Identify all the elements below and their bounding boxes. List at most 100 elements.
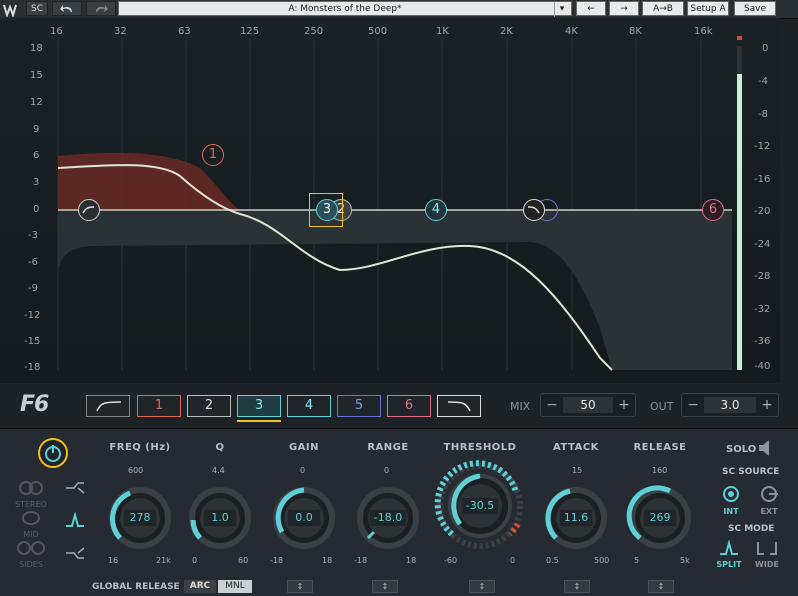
sides-mode-button[interactable]: SIDES (14, 540, 48, 569)
band-node-1[interactable]: 1 (202, 144, 224, 166)
preset-name-field[interactable]: A: Monsters of the Deep* ▾ (118, 1, 572, 17)
waves-logo-icon (3, 2, 21, 19)
attack-knob[interactable]: 11.6 (540, 482, 612, 554)
highcut-shape-icon (527, 206, 540, 214)
band-node-highcut[interactable] (523, 199, 545, 221)
db-label: 12 (30, 97, 43, 108)
dynamic-mode-off-icon[interactable] (64, 480, 86, 494)
sidechain-button[interactable]: SC (26, 1, 48, 16)
lowcut-shape-icon (82, 206, 95, 214)
arrow-left-icon: ← (587, 4, 595, 14)
threshold-knob-value[interactable]: -30.5 (462, 498, 498, 514)
freq-label-8k: 8K (629, 26, 642, 37)
sc-mode-split-button[interactable]: SPLIT (714, 539, 744, 570)
freq-label-16: 16 (50, 26, 63, 37)
sc-mode-wide-button[interactable]: WIDE (752, 540, 782, 570)
range-knob[interactable]: -18.0 (352, 482, 424, 554)
band-button-5[interactable]: 5 (337, 395, 381, 417)
attack-link-arrows-button[interactable]: ↕ (564, 580, 590, 593)
q-min-value: 0 (192, 556, 198, 565)
out-decrement-button[interactable]: − (684, 396, 702, 414)
band-button-highcut[interactable] (437, 395, 481, 417)
db-label: 18 (30, 43, 43, 54)
band-button-lowcut[interactable] (86, 395, 130, 417)
threshold-link-arrows-button[interactable]: ↕ (469, 580, 495, 593)
stereo-mode-button[interactable]: STEREO (14, 480, 48, 509)
band-button-4[interactable]: 4 (287, 395, 331, 417)
preset-prev-button[interactable]: ← (576, 1, 606, 16)
freq-label-250: 250 (304, 26, 324, 37)
out-value[interactable]: 3.0 (704, 397, 756, 413)
mix-field[interactable]: − 50 + (540, 393, 636, 417)
freq-label-32: 32 (114, 26, 127, 37)
a-to-b-button[interactable]: A→B (642, 1, 684, 16)
range-knob-value[interactable]: -18.0 (370, 510, 406, 526)
gain-knob[interactable]: 0.0 (268, 482, 340, 554)
release-knob[interactable]: 269 (624, 482, 696, 554)
global-release-mnl-button[interactable]: MNL (218, 580, 252, 593)
out-field[interactable]: − 3.0 + (681, 393, 779, 417)
dynamic-mode-bell-icon[interactable] (64, 511, 86, 528)
meter-label: 0 (762, 43, 769, 54)
global-release-label: GLOBAL RELEASE (92, 582, 180, 592)
attack-knob-value[interactable]: 11.6 (560, 510, 592, 526)
freq-label-16k: 16k (694, 26, 713, 37)
mid-mode-button[interactable]: MID (14, 510, 48, 539)
band-node-4[interactable]: 4 (425, 199, 447, 221)
eq-graph[interactable]: 16 32 63 125 250 500 1K 2K 4K 8K 16k 18 … (0, 18, 780, 383)
freq-min-value: 16 (108, 556, 119, 565)
mix-decrement-button[interactable]: − (543, 396, 561, 414)
threshold-knob-label: THRESHOLD (443, 442, 517, 453)
freq-knob-value[interactable]: 278 (124, 510, 156, 526)
dynamic-mode-shelf-icon[interactable] (64, 545, 86, 559)
db-label: -18 (24, 362, 41, 373)
setup-button[interactable]: Setup A (687, 1, 729, 16)
redo-button[interactable] (86, 1, 116, 16)
gain-max-value: 18 (322, 556, 333, 565)
freq-label-63: 63 (178, 26, 191, 37)
preset-dropdown-icon[interactable]: ▾ (554, 2, 569, 17)
freq-link-arrows-button[interactable]: ↕ (287, 580, 313, 593)
db-label: 6 (33, 150, 40, 161)
band-node-6[interactable]: 6 (702, 199, 724, 221)
freq-knob[interactable]: 278 (104, 482, 176, 554)
preset-next-button[interactable]: → (609, 1, 639, 16)
q-knob[interactable]: 1.0 (184, 482, 256, 554)
freq-label-125: 125 (240, 26, 260, 37)
range-top-value: 0 (384, 466, 390, 475)
band-button-3[interactable]: 3 (237, 395, 281, 417)
release-knob-value[interactable]: 269 (644, 510, 676, 526)
band-node-lowcut[interactable] (78, 199, 100, 221)
mix-value[interactable]: 50 (563, 397, 613, 413)
band-button-6[interactable]: 6 (387, 395, 431, 417)
gain-knob-value[interactable]: 0.0 (288, 510, 320, 526)
sc-source-int-button[interactable]: INT (718, 485, 744, 516)
out-increment-button[interactable]: + (758, 396, 776, 414)
meter-label: -32 (754, 304, 771, 315)
out-label: OUT (650, 400, 674, 413)
save-button[interactable]: Save (734, 1, 776, 16)
freq-max-value: 21k (156, 556, 171, 565)
undo-button[interactable] (52, 1, 82, 16)
global-release-arc-button[interactable]: ARC (184, 580, 216, 593)
db-label: 15 (30, 70, 43, 81)
sides-icon (17, 541, 45, 555)
band-node-3[interactable]: 3 (316, 199, 338, 221)
meter-label: -20 (754, 206, 771, 217)
q-knob-value[interactable]: 1.0 (204, 510, 236, 526)
threshold-knob[interactable]: -30.5 (432, 458, 528, 554)
db-label: 9 (33, 124, 40, 135)
sc-source-ext-button[interactable]: EXT (756, 485, 782, 516)
sc-ext-label: EXT (760, 507, 778, 516)
solo-button[interactable] (756, 438, 776, 458)
sc-wide-label: WIDE (755, 560, 779, 569)
band-button-1[interactable]: 1 (137, 395, 181, 417)
band-button-2[interactable]: 2 (187, 395, 231, 417)
mix-increment-button[interactable]: + (615, 396, 633, 414)
band-power-button[interactable] (38, 438, 68, 468)
gain-link-arrows-button[interactable]: ↕ (372, 580, 398, 593)
release-link-arrows-button[interactable]: ↕ (648, 580, 674, 593)
sides-label: SIDES (19, 560, 43, 569)
meter-label: -24 (754, 239, 771, 250)
db-label: -9 (28, 283, 38, 294)
